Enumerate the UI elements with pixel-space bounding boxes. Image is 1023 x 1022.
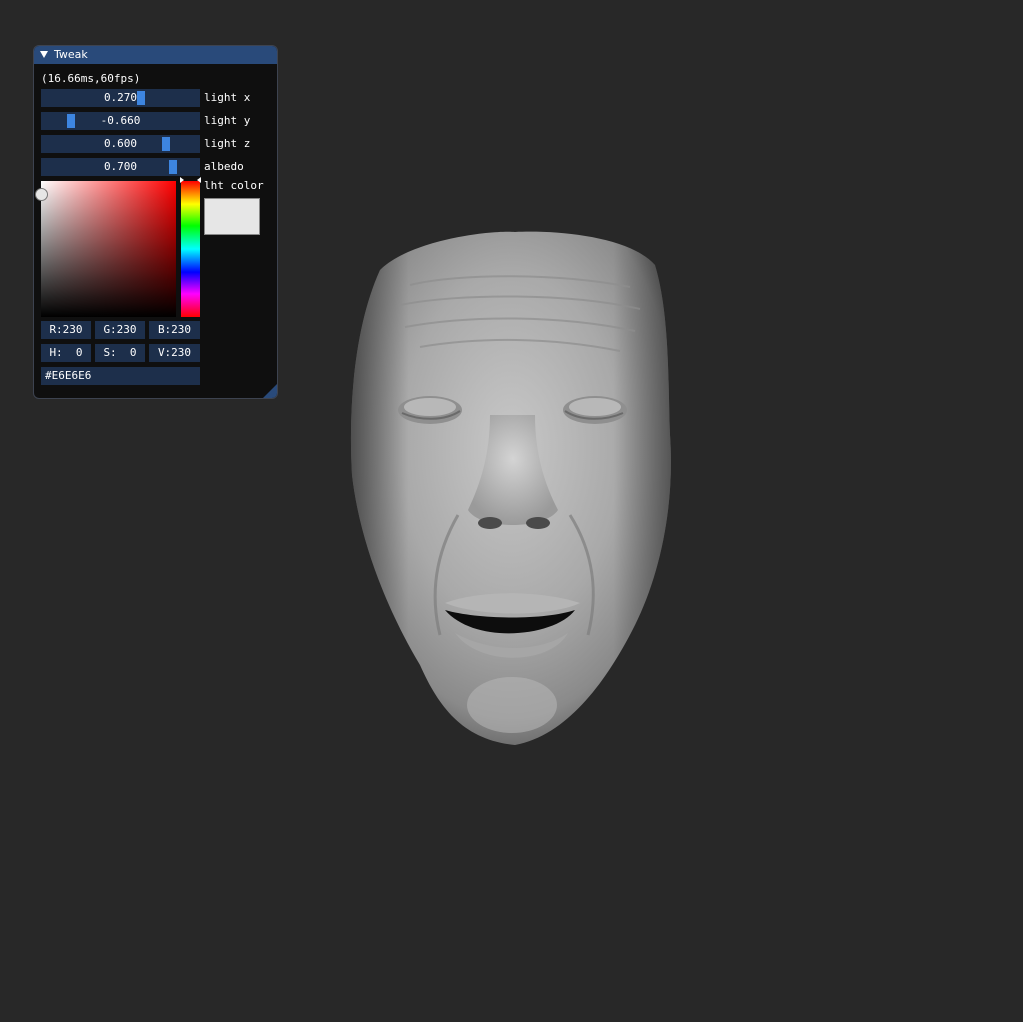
slider-light-y[interactable]: -0.660: [41, 112, 200, 130]
tweak-panel[interactable]: Tweak (16.66ms,60fps) 0.270 light x -0.6…: [33, 45, 278, 399]
slider-albedo[interactable]: 0.700: [41, 158, 200, 176]
saturation-value-picker[interactable]: [35, 181, 176, 317]
slider-light-x[interactable]: 0.270: [41, 89, 200, 107]
panel-title: Tweak: [54, 48, 88, 61]
sv-cursor-handle[interactable]: [35, 188, 48, 201]
channel-s-field[interactable]: S: 0: [95, 344, 145, 362]
slider-label-light-z: light z: [204, 137, 251, 150]
face-mesh-render: [350, 231, 671, 746]
channel-b-field[interactable]: B:230: [149, 321, 200, 339]
channel-v-field[interactable]: V:230: [149, 344, 200, 362]
slider-label-light-y: light y: [204, 114, 251, 127]
slider-value: -0.660: [100, 114, 141, 127]
channel-r-field[interactable]: R:230: [41, 321, 91, 339]
channel-h-field[interactable]: H: 0: [41, 344, 91, 362]
slider-value: 0.700: [103, 160, 138, 173]
color-swatch[interactable]: [204, 198, 260, 235]
frame-stats: (16.66ms,60fps): [41, 72, 141, 85]
channel-g-field[interactable]: G:230: [95, 321, 145, 339]
slider-light-z[interactable]: 0.600: [41, 135, 200, 153]
collapse-triangle-icon[interactable]: [40, 50, 48, 58]
slider-value: 0.270: [103, 91, 138, 104]
slider-value: 0.600: [103, 137, 138, 150]
hue-slider[interactable]: [181, 181, 200, 317]
resize-grip-icon[interactable]: [263, 384, 277, 398]
color-label: lht color: [204, 179, 264, 192]
hue-marker-right-icon: [197, 177, 201, 183]
hue-marker-left-icon: [180, 177, 184, 183]
panel-title-bar[interactable]: Tweak: [34, 46, 277, 64]
hex-color-input[interactable]: #E6E6E6: [41, 367, 200, 385]
slider-label-albedo: albedo: [204, 160, 244, 173]
slider-label-light-x: light x: [204, 91, 251, 104]
